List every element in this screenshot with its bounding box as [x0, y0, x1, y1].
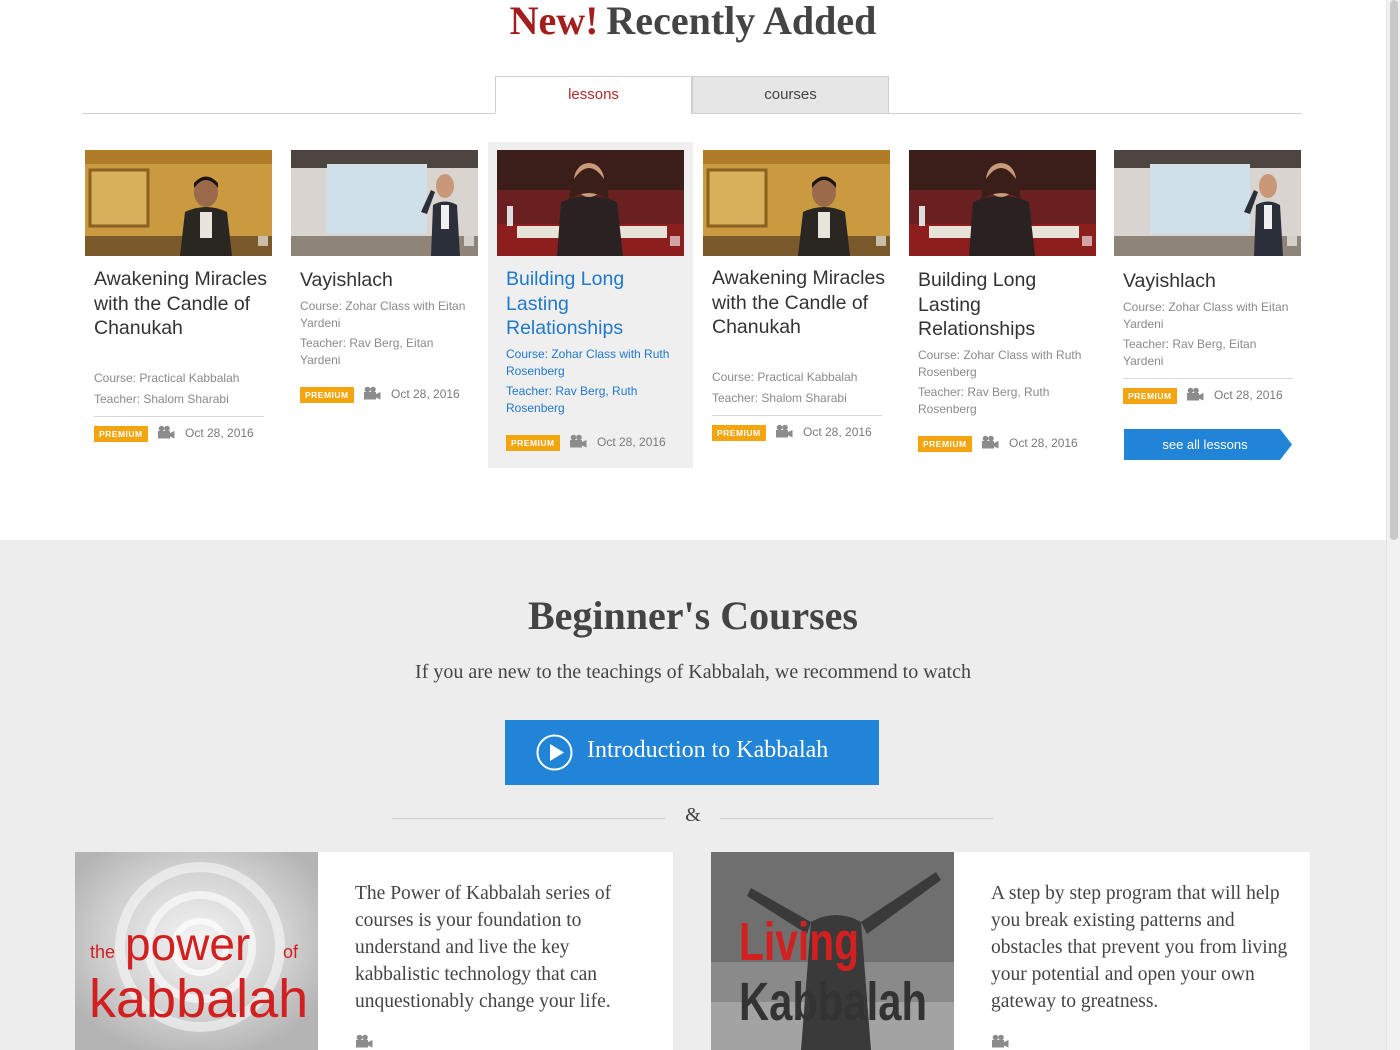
lesson-thumbnail[interactable] — [1114, 150, 1301, 256]
lesson-teacher: Teacher: Rav Berg, Ruth Rosenberg — [918, 385, 1050, 416]
lesson-title[interactable]: Building Long Lasting Relationships — [506, 267, 684, 341]
lesson-date: Oct 28, 2016 — [391, 387, 460, 401]
see-all-label: see all lessons — [1162, 437, 1248, 452]
tab-lessons[interactable]: lessons — [495, 76, 692, 114]
premium-badge: PREMIUM — [712, 425, 766, 441]
lesson-date: Oct 28, 2016 — [597, 435, 666, 449]
lesson-date: Oct 28, 2016 — [185, 426, 254, 440]
power-of-kabbalah-logo[interactable]: the power of kabbalah — [75, 852, 318, 1050]
section-title: New! Recently Added — [0, 0, 1386, 42]
course-description: A step by step program that will help yo… — [991, 883, 1288, 1012]
play-circle-icon — [536, 734, 573, 771]
premium-badge: PREMIUM — [506, 435, 560, 451]
see-all-lessons-button[interactable]: see all lessons — [1124, 429, 1292, 460]
beginner-courses-section: Beginner's Courses If you are new to the… — [0, 540, 1386, 1050]
lesson-thumbnail[interactable] — [85, 150, 272, 256]
lesson-card[interactable]: Vayishlach Course: Zohar Class with Eita… — [282, 142, 487, 468]
video-camera-icon — [355, 1034, 373, 1048]
lesson-course: Course: Practical Kabbalah — [94, 371, 240, 385]
svg-text:the: the — [90, 942, 115, 962]
lesson-card[interactable]: Building Long Lasting Relationships Cour… — [900, 142, 1105, 468]
lesson-thumbnail[interactable] — [703, 150, 890, 256]
intro-to-kabbalah-button[interactable]: Introduction to Kabbalah — [505, 720, 879, 785]
beginner-title: Beginner's Courses — [528, 593, 858, 638]
section-title-text: Recently Added — [606, 0, 877, 43]
video-camera-icon — [775, 424, 793, 438]
lesson-title[interactable]: Awakening Miracles with the Candle of Ch… — [94, 267, 272, 341]
divider-left — [392, 818, 665, 819]
lesson-card[interactable]: Awakening Miracles with the Candle of Ch… — [76, 142, 281, 468]
lesson-teacher: Teacher: Shalom Sharabi — [712, 391, 847, 405]
lesson-thumbnail[interactable] — [291, 150, 478, 256]
svg-text:of: of — [283, 942, 299, 962]
lesson-footer: PREMIUM Oct 28, 2016 — [918, 435, 1098, 452]
beginner-subtitle: If you are new to the teachings of Kabba… — [415, 661, 971, 683]
course-card-power-of-kabbalah[interactable]: the power of kabbalah The Power of Kabba… — [75, 852, 673, 1050]
lesson-course: Course: Zohar Class with Ruth Rosenberg — [918, 348, 1082, 379]
lesson-title[interactable]: Vayishlach — [300, 268, 478, 293]
video-camera-icon — [569, 434, 587, 448]
recently-added-section: New! Recently Added lessons courses Awake… — [0, 0, 1386, 540]
premium-badge: PREMIUM — [1123, 388, 1177, 404]
lesson-teacher: Teacher: Rav Berg, Ruth Rosenberg — [506, 384, 638, 415]
lesson-thumbnail[interactable] — [497, 150, 684, 256]
video-camera-icon — [991, 1034, 1009, 1048]
course-card-living-kabbalah[interactable]: Living Kabbalah A step by step program t… — [711, 852, 1310, 1050]
lesson-course: Course: Zohar Class with Ruth Rosenberg — [506, 347, 670, 378]
living-kabbalah-logo[interactable]: Living Kabbalah — [711, 852, 954, 1050]
lesson-footer: PREMIUM Oct 28, 2016 — [1123, 387, 1303, 404]
video-camera-icon — [1186, 387, 1204, 401]
lesson-teacher: Teacher: Rav Berg, Eitan Yardeni — [1123, 337, 1257, 368]
scrollbar[interactable] — [1386, 0, 1400, 1050]
tab-courses[interactable]: courses — [692, 76, 889, 114]
lesson-title[interactable]: Building Long Lasting Relationships — [918, 268, 1096, 342]
divider-right — [720, 818, 993, 819]
svg-text:Kabbalah: Kabbalah — [739, 972, 927, 1032]
lesson-title[interactable]: Awakening Miracles with the Candle of Ch… — [712, 266, 890, 340]
svg-text:power: power — [125, 918, 250, 970]
lesson-date: Oct 28, 2016 — [803, 425, 872, 439]
premium-badge: PREMIUM — [300, 387, 354, 403]
lesson-footer: PREMIUM Oct 28, 2016 — [300, 386, 480, 403]
lesson-course: Course: Zohar Class with Eitan Yardeni — [1123, 300, 1289, 331]
video-camera-icon — [981, 435, 999, 449]
lesson-date: Oct 28, 2016 — [1214, 388, 1283, 402]
course-description: The Power of Kabbalah series of courses … — [355, 883, 612, 1012]
lesson-thumbnail[interactable] — [909, 150, 1096, 256]
lesson-course: Course: Practical Kabbalah — [712, 370, 858, 384]
video-camera-icon — [157, 425, 175, 439]
lesson-date: Oct 28, 2016 — [1009, 436, 1078, 450]
lesson-card-highlighted[interactable]: Building Long Lasting Relationships Cour… — [488, 142, 693, 468]
card-divider — [712, 415, 882, 416]
premium-badge: PREMIUM — [918, 436, 972, 452]
video-camera-icon — [363, 386, 381, 400]
intro-button-label: Introduction to Kabbalah — [587, 737, 829, 763]
lesson-footer: PREMIUM Oct 28, 2016 — [712, 424, 892, 441]
scrollbar-thumb[interactable] — [1390, 0, 1398, 540]
premium-badge: PREMIUM — [94, 426, 148, 442]
lesson-footer: PREMIUM Oct 28, 2016 — [94, 425, 274, 442]
new-label: New! — [509, 0, 599, 43]
lesson-footer: PREMIUM Oct 28, 2016 — [506, 434, 686, 451]
lesson-title[interactable]: Vayishlach — [1123, 269, 1301, 294]
card-divider — [94, 416, 264, 417]
lesson-course: Course: Zohar Class with Eitan Yardeni — [300, 299, 466, 330]
lesson-card[interactable]: Vayishlach Course: Zohar Class with Eita… — [1105, 142, 1310, 468]
lesson-teacher: Teacher: Shalom Sharabi — [94, 392, 229, 406]
ampersand: & — [685, 804, 701, 826]
svg-text:kabbalah: kabbalah — [89, 969, 308, 1029]
svg-text:Living: Living — [739, 912, 859, 972]
lesson-teacher: Teacher: Rav Berg, Eitan Yardeni — [300, 336, 434, 367]
card-divider — [1123, 378, 1293, 379]
lesson-card[interactable]: Awakening Miracles with the Candle of Ch… — [694, 142, 899, 468]
